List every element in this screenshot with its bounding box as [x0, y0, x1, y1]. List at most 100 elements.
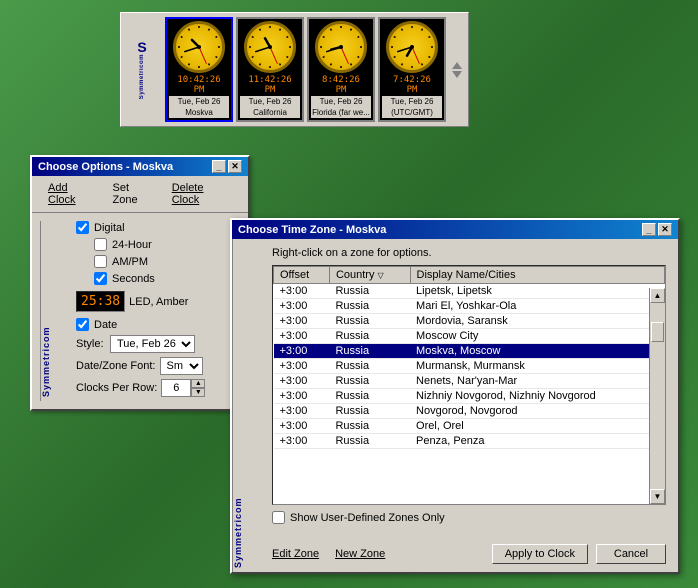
table-row[interactable]: +3:00RussiaMoscow City — [274, 329, 665, 344]
seconds-label: Seconds — [112, 273, 155, 285]
ampm-label: AM/PM — [112, 256, 148, 268]
style-row: Style: Tue, Feb 26 — [76, 335, 240, 353]
cell-country: Russia — [329, 419, 410, 434]
set-zone-menu[interactable]: Set Zone — [105, 180, 164, 208]
close-button[interactable]: ✕ — [228, 160, 242, 173]
ampm-checkbox[interactable] — [94, 255, 107, 268]
tz-footer-left: Edit Zone New Zone — [272, 548, 385, 560]
seconds-checkbox[interactable] — [94, 272, 107, 285]
cell-country: Russia — [329, 359, 410, 374]
options-body: Symmetricom Digital 24-Hour AM/PM Second… — [32, 213, 248, 409]
table-row[interactable]: +3:00RussiaMoskva, Moscow — [274, 344, 665, 359]
timezone-window: Choose Time Zone - Moskva _ ✕ Symmetrico… — [230, 218, 680, 574]
clock-label-1: California — [240, 107, 300, 118]
hour24-checkbox[interactable] — [94, 238, 107, 251]
cell-country: Russia — [329, 374, 410, 389]
tz-body: Right-click on a zone for options. Offse… — [260, 239, 678, 538]
cancel-button[interactable]: Cancel — [596, 544, 666, 564]
scroll-down-icon[interactable] — [452, 71, 462, 78]
cell-display: Moskva, Moscow — [410, 344, 664, 359]
date-checkbox[interactable] — [76, 318, 89, 331]
tz-close-button[interactable]: ✕ — [658, 223, 672, 236]
clock-day-2: Tue, Feb 26 — [311, 96, 371, 107]
new-zone-button[interactable]: New Zone — [335, 548, 385, 560]
ampm-row: AM/PM — [94, 255, 240, 268]
clock-day-1: Tue, Feb 26 — [240, 96, 300, 107]
table-row[interactable]: +3:00RussiaNizhniy Novgorod, Nizhniy Nov… — [274, 389, 665, 404]
scroll-up-icon[interactable] — [452, 62, 462, 69]
tz-table: Offset Country ▽ Display Name/Cities — [273, 266, 665, 449]
table-row[interactable]: +3:00RussiaNenets, Nar'yan-Mar — [274, 374, 665, 389]
cell-country: Russia — [329, 434, 410, 449]
spinbox-up-button[interactable]: ▲ — [191, 379, 205, 388]
cell-country: Russia — [329, 299, 410, 314]
cell-display: Murmansk, Murmansk — [410, 359, 664, 374]
clock-day-3: Tue, Feb 26 — [382, 96, 442, 107]
user-zones-checkbox[interactable] — [272, 511, 285, 524]
table-row[interactable]: +3:00RussiaOrel, Orel — [274, 419, 665, 434]
tz-instruction: Right-click on a zone for options. — [272, 247, 666, 259]
clock-widget: S Symmetricom 10:42:26 PMTue, Feb 26Mosk… — [120, 12, 469, 127]
cell-offset: +3:00 — [274, 419, 330, 434]
tz-table-container: Offset Country ▽ Display Name/Cities — [272, 265, 666, 505]
table-row[interactable]: +3:00RussiaMordovia, Saransk — [274, 314, 665, 329]
clock-item-0[interactable]: 10:42:26 PMTue, Feb 26Moskva — [165, 17, 233, 122]
clock-items: 10:42:26 PMTue, Feb 26Moskva 11:42:26 PM… — [165, 17, 446, 122]
clocks-per-row-input[interactable] — [161, 379, 191, 397]
font-select[interactable]: Sm — [160, 357, 203, 375]
tz-titlebar-buttons: _ ✕ — [642, 223, 672, 236]
cell-country: Russia — [329, 404, 410, 419]
tz-minimize-button[interactable]: _ — [642, 223, 656, 236]
widget-arrows[interactable] — [452, 62, 462, 78]
hour24-row: 24-Hour — [94, 238, 240, 251]
cell-display: Mari El, Yoshkar-Ola — [410, 299, 664, 314]
date-row: Date — [76, 318, 240, 331]
options-content: Digital 24-Hour AM/PM Seconds 25:38 LED,… — [76, 221, 240, 401]
add-clock-menu[interactable]: Add Clock — [40, 180, 105, 208]
cell-offset: +3:00 — [274, 404, 330, 419]
style-select[interactable]: Tue, Feb 26 — [110, 335, 195, 353]
clock-label-0: Moskva — [169, 107, 229, 118]
cell-offset: +3:00 — [274, 284, 330, 299]
options-title: Choose Options - Moskva — [38, 161, 173, 173]
minimize-button[interactable]: _ — [212, 160, 226, 173]
table-row[interactable]: +3:00RussiaLipetsk, Lipetsk — [274, 284, 665, 299]
col-offset[interactable]: Offset — [274, 267, 330, 284]
tz-with-logo: Symmetricom Right-click on a zone for op… — [232, 239, 678, 572]
scroll-thumb[interactable] — [651, 322, 664, 342]
user-zones-label: Show User-Defined Zones Only — [290, 512, 445, 524]
cell-display: Lipetsk, Lipetsk — [410, 284, 664, 299]
clock-digital-3: 7:42:26 PM — [382, 74, 442, 96]
table-row[interactable]: +3:00RussiaNovgorod, Novgorod — [274, 404, 665, 419]
col-display[interactable]: Display Name/Cities — [410, 267, 664, 284]
tz-titlebar: Choose Time Zone - Moskva _ ✕ — [232, 220, 678, 239]
table-row[interactable]: +3:00RussiaPenza, Penza — [274, 434, 665, 449]
cell-offset: +3:00 — [274, 374, 330, 389]
date-label: Date — [94, 319, 117, 331]
spinbox-down-button[interactable]: ▼ — [191, 388, 205, 397]
cell-offset: +3:00 — [274, 359, 330, 374]
clock-item-3[interactable]: 7:42:26 PMTue, Feb 26(UTC/GMT) — [378, 17, 446, 122]
clock-item-1[interactable]: 11:42:26 PMTue, Feb 26California — [236, 17, 304, 122]
cell-display: Nizhniy Novgorod, Nizhniy Novgorod — [410, 389, 664, 404]
user-zones-row: Show User-Defined Zones Only — [272, 511, 666, 524]
col-country[interactable]: Country ▽ — [329, 267, 410, 284]
spinbox-buttons: ▲ ▼ — [191, 379, 205, 397]
table-row[interactable]: +3:00RussiaMari El, Yoshkar-Ola — [274, 299, 665, 314]
cell-offset: +3:00 — [274, 329, 330, 344]
delete-clock-menu[interactable]: Delete Clock — [164, 180, 240, 208]
scroll-track[interactable] — [650, 303, 665, 489]
digital-checkbox[interactable] — [76, 221, 89, 234]
clock-item-2[interactable]: 8:42:26 PMTue, Feb 26Florida (far we... — [307, 17, 375, 122]
scroll-down-button[interactable]: ▼ — [650, 489, 665, 504]
tz-scrollbar[interactable]: ▲ ▼ — [649, 288, 665, 504]
seconds-row: Seconds — [94, 272, 240, 285]
cell-display: Mordovia, Saransk — [410, 314, 664, 329]
edit-zone-button[interactable]: Edit Zone — [272, 548, 319, 560]
scroll-up-button[interactable]: ▲ — [650, 288, 665, 303]
table-row[interactable]: +3:00RussiaMurmansk, Murmansk — [274, 359, 665, 374]
cell-offset: +3:00 — [274, 344, 330, 359]
titlebar-buttons: _ ✕ — [212, 160, 242, 173]
clock-day-0: Tue, Feb 26 — [169, 96, 229, 107]
apply-to-clock-button[interactable]: Apply to Clock — [492, 544, 588, 564]
